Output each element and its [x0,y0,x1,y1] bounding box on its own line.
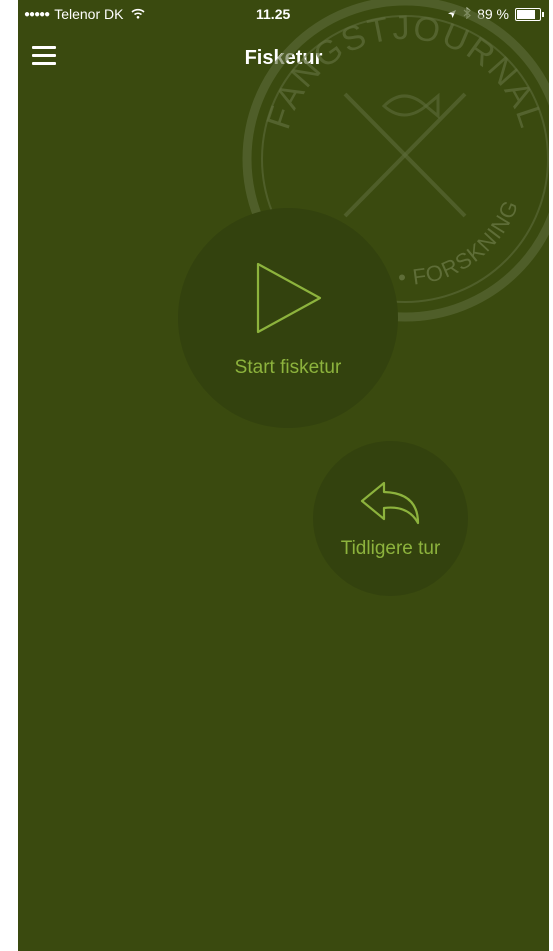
reply-arrow-icon [356,477,426,532]
start-fishing-trip-button[interactable]: Start fisketur [178,208,398,428]
previous-trip-button[interactable]: Tidligere tur [313,441,468,596]
carrier-name: Telenor DK [54,6,124,22]
status-left: ●●●●● Telenor DK [24,6,146,22]
signal-strength-icon: ●●●●● [24,8,50,20]
start-fishing-trip-label: Start fisketur [234,356,342,378]
play-icon [248,258,328,343]
app-screen: ●●●●● Telenor DK 11.25 89 % Fisketur FAN… [18,0,549,951]
wifi-icon [131,7,146,22]
previous-trip-label: Tidligere tur [340,538,441,559]
